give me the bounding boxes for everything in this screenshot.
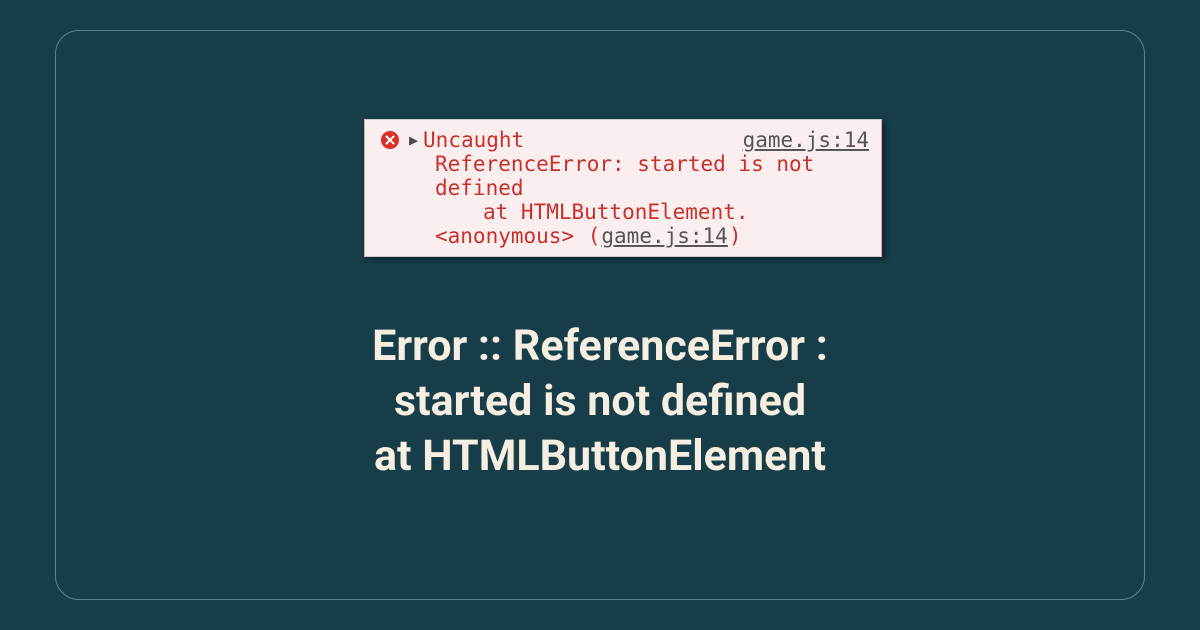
content-card: ▶ Uncaught game.js:14 ReferenceError: st… (55, 30, 1145, 600)
paren-open: ( (588, 224, 601, 248)
error-icon (381, 131, 399, 149)
paren-close: ) (729, 224, 742, 248)
headline-line: started is not defined (150, 374, 1050, 429)
headline-line: Error :: ReferenceError : (150, 319, 1050, 374)
error-uncaught-label: Uncaught (423, 128, 743, 152)
headline-text: Error :: ReferenceError : started is not… (150, 319, 1050, 484)
expand-arrow-icon[interactable]: ▶ (409, 131, 418, 149)
error-message-line: ReferenceError: started is not (381, 152, 869, 176)
error-source-link-top[interactable]: game.js:14 (743, 128, 869, 152)
devtools-console-error: ▶ Uncaught game.js:14 ReferenceError: st… (364, 119, 882, 257)
error-trace-line: at HTMLButtonElement. (381, 200, 869, 224)
error-message-line: defined (381, 176, 869, 200)
error-anonymous-label: <anonymous> (435, 224, 574, 248)
error-source-link-inline[interactable]: game.js:14 (601, 224, 727, 248)
headline-line: at HTMLButtonElement (150, 429, 1050, 484)
